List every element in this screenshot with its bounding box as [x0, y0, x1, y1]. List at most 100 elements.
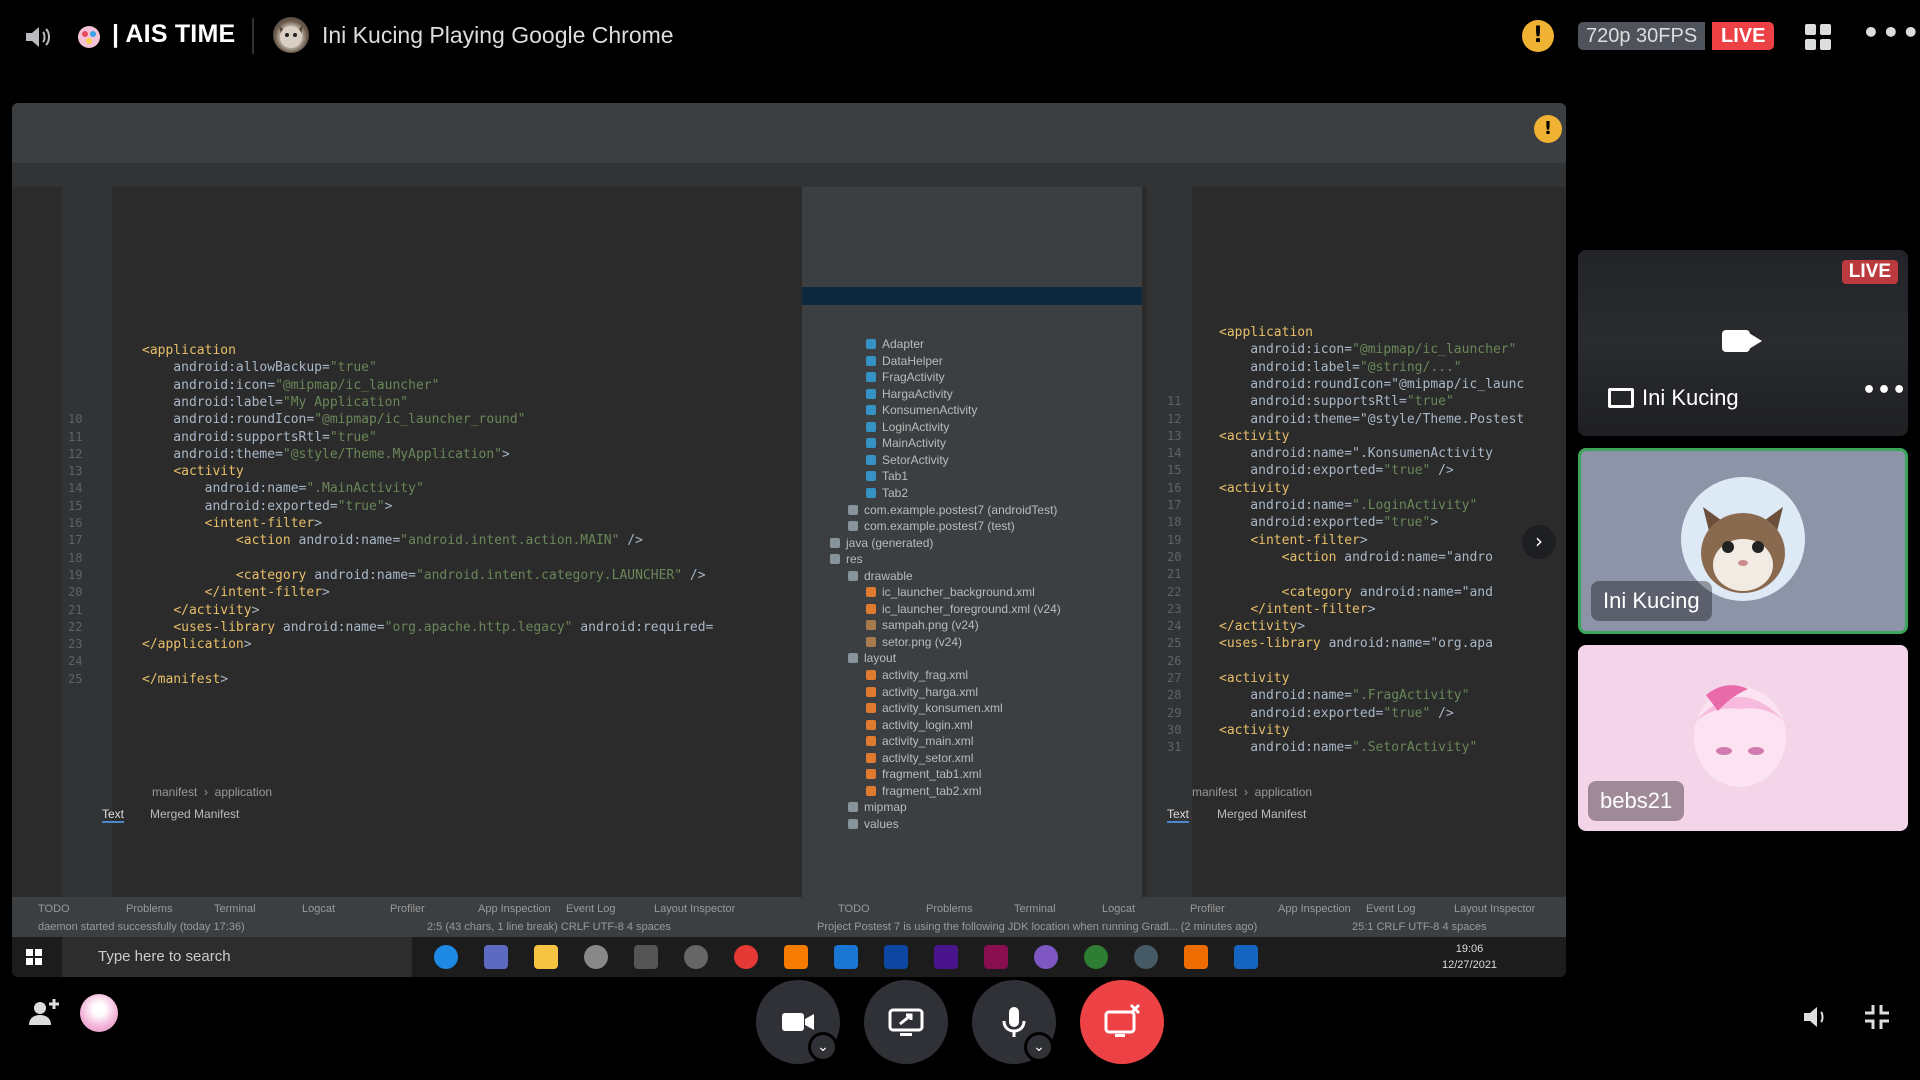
line-number: 24 — [1167, 619, 1182, 634]
exit-fullscreen-icon[interactable] — [1862, 1002, 1892, 1036]
tool-window-button[interactable]: Event Log — [1366, 903, 1416, 915]
tree-item[interactable]: Tab1 — [866, 469, 908, 483]
camera-options-chevron-icon[interactable]: ⌄ — [808, 1032, 838, 1062]
tree-item[interactable]: Tab2 — [866, 486, 908, 500]
tab-merged-manifest[interactable]: Merged Manifest — [1217, 807, 1306, 821]
sublime-icon[interactable] — [784, 945, 808, 969]
code-line: <action android:name="android.intent.act… — [235, 533, 643, 549]
tool-window-button[interactable]: App Inspection — [478, 903, 551, 915]
tree-item-label: sampah.png (v24) — [882, 618, 979, 633]
tool-window-button[interactable]: Logcat — [1102, 903, 1135, 915]
tree-item[interactable]: mipmap — [848, 800, 907, 814]
stream-tile[interactable]: LIVE Ini Kucing ••• — [1578, 250, 1908, 436]
tool-window-button[interactable]: Problems — [926, 903, 972, 915]
more-icon[interactable]: ••• — [1862, 378, 1907, 403]
app-icon[interactable] — [1234, 945, 1258, 969]
tool-window-button[interactable]: Problems — [126, 903, 172, 915]
app-icon[interactable] — [634, 945, 658, 969]
tree-item[interactable]: setor.png (v24) — [866, 635, 962, 649]
tab-merged-manifest[interactable]: Merged Manifest — [150, 807, 239, 821]
tree-item[interactable]: MainActivity — [866, 436, 946, 450]
tree-item[interactable]: activity_main.xml — [866, 734, 973, 748]
tree-item-label: res — [846, 552, 863, 567]
discord-icon[interactable] — [1034, 945, 1058, 969]
tab-text[interactable]: Text — [102, 807, 125, 823]
line-number: 28 — [1167, 688, 1182, 703]
clock[interactable]: 19:06 12/27/2021 — [1442, 941, 1497, 973]
tool-window-button[interactable]: Event Log — [566, 903, 616, 915]
participant-tile-bebs21[interactable]: bebs21 — [1578, 645, 1908, 831]
code-line: android:name=".FragActivity" — [1219, 688, 1470, 704]
participant-tile-ini-kucing[interactable]: Ini Kucing — [1578, 448, 1908, 634]
xml-icon — [866, 670, 876, 680]
microphone-options-chevron-icon[interactable]: ⌄ — [1024, 1032, 1054, 1062]
self-avatar[interactable] — [80, 994, 118, 1032]
tool-window-button[interactable]: TODO — [38, 903, 70, 915]
more-icon[interactable]: ••• — [1862, 16, 1920, 49]
tree-item[interactable]: drawable — [848, 569, 913, 583]
tree-item[interactable]: fragment_tab1.xml — [866, 767, 981, 781]
taskbar-search[interactable]: Type here to search — [62, 937, 412, 977]
tree-item-label: ic_launcher_foreground.xml (v24) — [882, 601, 1061, 616]
tree-item[interactable]: com.example.postest7 (test) — [848, 519, 1015, 533]
tree-item[interactable]: ic_launcher_foreground.xml (v24) — [866, 602, 1061, 616]
next-stream-chevron-icon[interactable]: › — [1522, 525, 1556, 559]
tree-item[interactable]: DataHelper — [866, 354, 943, 368]
tool-window-button[interactable]: App Inspection — [1278, 903, 1351, 915]
volume-icon[interactable] — [1800, 1002, 1830, 1036]
speaker-icon[interactable] — [22, 22, 52, 52]
premiere-icon[interactable] — [934, 945, 958, 969]
tree-item[interactable]: values — [848, 817, 899, 831]
tree-item[interactable]: LoginActivity — [866, 420, 949, 434]
tool-window-button[interactable]: Terminal — [1014, 903, 1056, 915]
tree-item[interactable]: java (generated) — [830, 536, 933, 550]
tree-item[interactable]: layout — [848, 651, 896, 665]
disconnect-button[interactable] — [1080, 980, 1164, 1064]
code-line: </activity> — [173, 602, 260, 618]
img-icon — [866, 636, 876, 647]
vscode-icon[interactable] — [834, 945, 858, 969]
screen-share-button[interactable] — [864, 980, 948, 1064]
app-icon[interactable] — [584, 945, 608, 969]
tree-item[interactable]: fragment_tab2.xml — [866, 784, 981, 798]
tree-item-label: layout — [864, 651, 897, 666]
tree-item[interactable]: activity_konsumen.xml — [866, 701, 1003, 715]
invite-user-icon[interactable] — [26, 995, 62, 1031]
folder-icon[interactable] — [534, 945, 558, 969]
tool-window-button[interactable]: Profiler — [1190, 903, 1225, 915]
tree-item[interactable]: HargaActivity — [866, 387, 953, 401]
xampp-icon[interactable] — [1184, 945, 1208, 969]
app-icon[interactable] — [1084, 945, 1108, 969]
tree-item[interactable]: FragActivity — [866, 370, 945, 384]
tree-item[interactable]: activity_login.xml — [866, 718, 973, 732]
tab-text[interactable]: Text — [1167, 807, 1190, 823]
edge-icon[interactable] — [434, 945, 458, 969]
mail-icon[interactable] — [484, 945, 508, 969]
tool-window-button[interactable]: Layout Inspector — [654, 903, 735, 915]
photoshop-icon[interactable] — [884, 945, 908, 969]
tree-item[interactable]: sampah.png (v24) — [866, 618, 979, 632]
line-number: 11 — [68, 429, 83, 444]
grid-layout-icon[interactable] — [1805, 24, 1831, 50]
chrome-icon[interactable] — [734, 945, 758, 969]
tree-item[interactable]: Adapter — [866, 337, 924, 351]
tree-item[interactable]: SetorActivity — [866, 453, 949, 467]
tree-item[interactable]: ic_launcher_background.xml — [866, 585, 1035, 599]
tree-item[interactable]: com.example.postest7 (androidTest) — [848, 503, 1057, 517]
warning-icon[interactable]: ! — [1522, 20, 1554, 52]
app-icon[interactable] — [684, 945, 708, 969]
tree-item[interactable]: activity_frag.xml — [866, 668, 968, 682]
tool-window-button[interactable]: Profiler — [390, 903, 425, 915]
tool-window-button[interactable]: TODO — [838, 903, 870, 915]
tool-window-button[interactable]: Layout Inspector — [1454, 903, 1535, 915]
tree-item[interactable]: res — [830, 552, 863, 566]
tree-item[interactable]: activity_setor.xml — [866, 751, 973, 765]
tree-item[interactable]: KonsumenActivity — [866, 403, 977, 417]
windows-start-icon[interactable] — [26, 949, 42, 965]
app-icon[interactable] — [1134, 945, 1158, 969]
tool-window-button[interactable]: Logcat — [302, 903, 335, 915]
stream-view[interactable]: <application android:allowBackup="true" … — [12, 103, 1566, 977]
tree-item[interactable]: activity_harga.xml — [866, 685, 978, 699]
tool-window-button[interactable]: Terminal — [214, 903, 256, 915]
xd-icon[interactable] — [984, 945, 1008, 969]
